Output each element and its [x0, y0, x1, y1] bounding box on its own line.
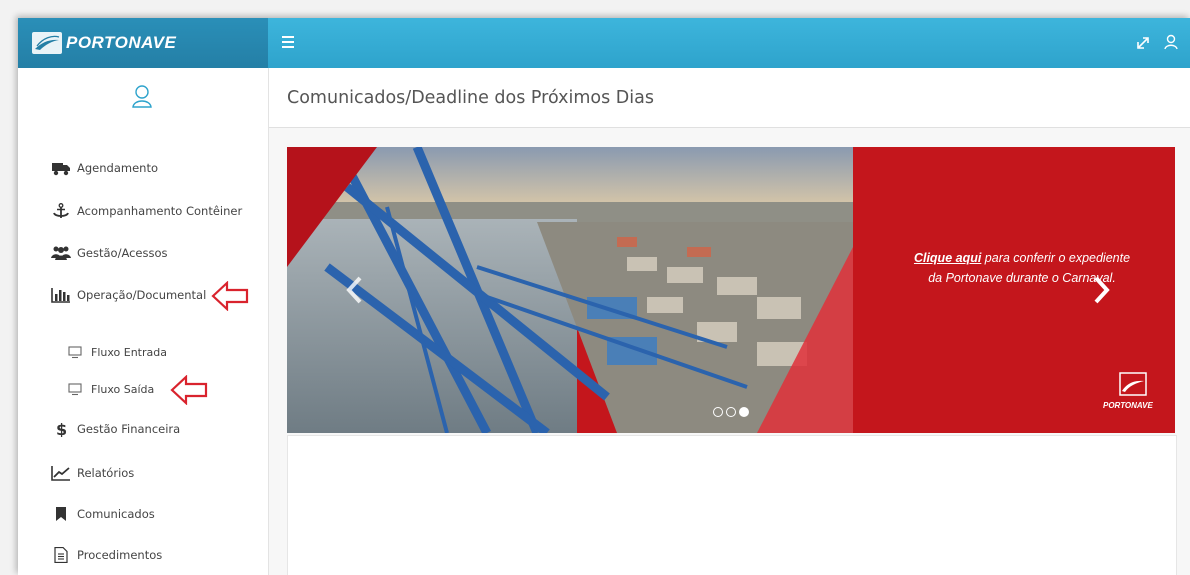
monitor-icon [68, 383, 82, 396]
red-arrow-annotation-icon [170, 375, 208, 405]
sidebar-item-acompanhamento[interactable]: Acompanhamento Contêiner [51, 201, 242, 221]
sidebar-item-operacao-documental[interactable]: Operação/Documental [51, 285, 206, 305]
brand-name: PORTONAVE [66, 33, 177, 52]
brand[interactable]: PORTONAVE [18, 18, 268, 68]
carousel-indicator-3[interactable] [739, 407, 749, 417]
caption-line-2: da Portonave durante o Carnaval. [928, 271, 1116, 285]
sidebar-item-label: Fluxo Entrada [91, 345, 167, 359]
sidebar-item-label: Gestão/Acessos [77, 246, 168, 260]
sidebar-item-gestao-acessos[interactable]: Gestão/Acessos [51, 243, 168, 263]
expand-icon[interactable] [1136, 34, 1150, 50]
monitor-icon [68, 346, 82, 359]
sidebar-item-label: Gestão Financeira [77, 422, 181, 436]
page-title: Comunicados/Deadline dos Próximos Dias [287, 88, 654, 108]
line-chart-icon [51, 466, 70, 481]
dollar-icon: $ [56, 421, 67, 437]
panel-logo-text: PORTONAVE [1103, 401, 1153, 410]
page-header: Comunicados/Deadline dos Próximos Dias [269, 68, 1190, 128]
red-arrow-annotation-icon [211, 281, 249, 311]
port-photo-image [287, 147, 853, 433]
sidebar-item-label: Operação/Documental [77, 288, 207, 302]
carousel: Clique aqui para conferir o expediente d… [287, 147, 1175, 433]
sidebar-item-label: Fluxo Saída [91, 382, 155, 396]
sidebar-item-label: Acompanhamento Contêiner [77, 204, 243, 218]
menu-toggle-icon[interactable] [282, 33, 294, 51]
document-icon [54, 547, 68, 563]
bar-chart-icon [51, 288, 70, 303]
sidebar-item-comunicados[interactable]: Comunicados [51, 504, 155, 524]
users-icon [51, 246, 71, 260]
sidebar-item-label: Relatórios [77, 466, 135, 480]
sidebar-item-gestao-financeira[interactable]: $ Gestão Financeira [51, 419, 180, 439]
portonave-logo-icon [32, 32, 62, 54]
carousel-caption: Clique aqui para conferir o expediente d… [887, 248, 1157, 288]
bookmark-icon [56, 507, 66, 521]
sidebar-item-procedimentos[interactable]: Procedimentos [51, 545, 162, 565]
svg-text:$: $ [56, 421, 67, 437]
sidebar-item-label: Procedimentos [77, 548, 163, 562]
carousel-indicator-1[interactable] [713, 407, 723, 417]
sidebar-item-agendamento[interactable]: Agendamento [51, 158, 158, 178]
anchor-icon [53, 203, 69, 218]
truck-icon [52, 163, 70, 176]
sidebar-item-label: Agendamento [77, 161, 158, 175]
user-profile-icon[interactable] [131, 84, 153, 108]
caption-text: para conferir o expediente [981, 251, 1131, 265]
app-window: PORTONAVE Agendamento Acompanhamento Con… [18, 18, 1190, 575]
sidebar: Agendamento Acompanhamento Contêiner Ges… [18, 68, 269, 575]
sidebar-item-fluxo-entrada[interactable]: Fluxo Entrada [68, 342, 167, 362]
carousel-indicator-2[interactable] [726, 407, 736, 417]
top-bar: PORTONAVE [18, 18, 1190, 68]
carousel-prev-icon[interactable] [345, 275, 365, 305]
carousel-indicators [713, 407, 749, 417]
sidebar-item-fluxo-saida[interactable]: Fluxo Saída [68, 379, 154, 399]
clique-aqui-link[interactable]: Clique aqui [914, 251, 981, 265]
sidebar-item-label: Comunicados [77, 507, 155, 521]
sidebar-item-relatorios[interactable]: Relatórios [51, 463, 134, 483]
user-icon[interactable] [1164, 34, 1178, 50]
content-card [287, 435, 1177, 575]
